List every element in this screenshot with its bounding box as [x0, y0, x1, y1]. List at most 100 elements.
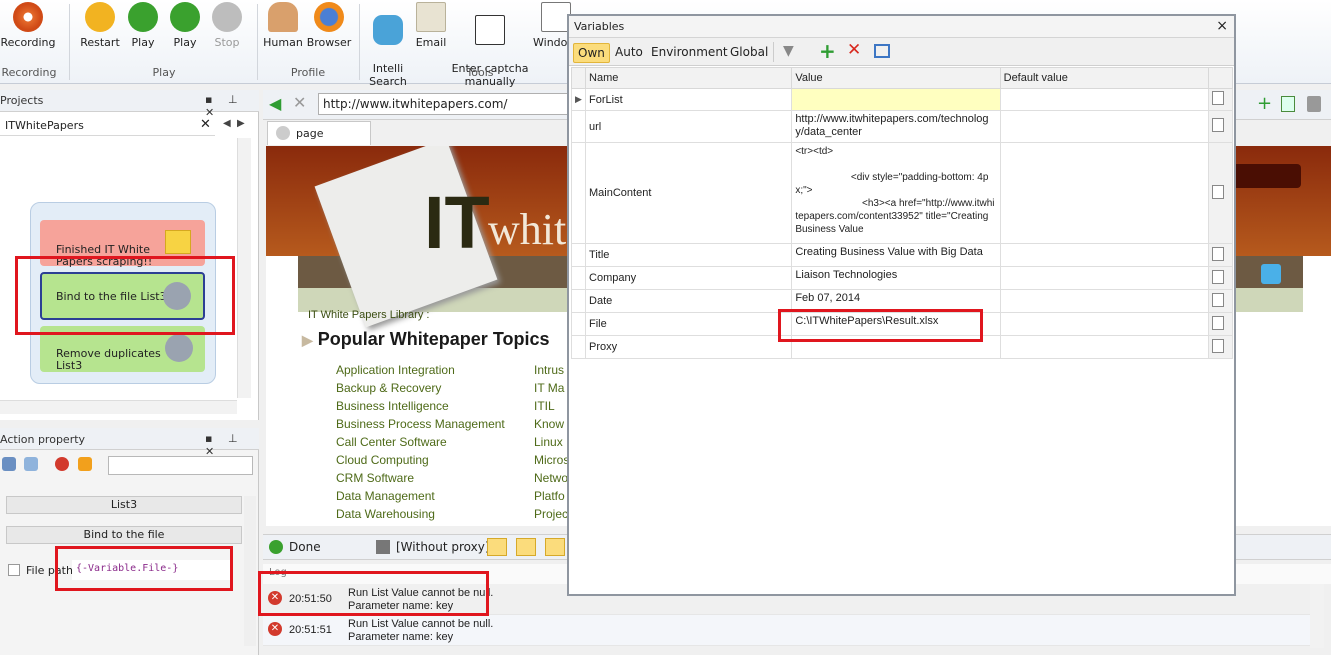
variable-name[interactable]: ForList [585, 88, 793, 111]
variable-name[interactable]: Date [585, 289, 793, 313]
topic-link[interactable]: Intrus [534, 363, 564, 377]
twitter-icon[interactable] [1261, 264, 1281, 284]
topic-link[interactable]: Micros [534, 453, 569, 467]
copy-icon[interactable] [1207, 142, 1234, 244]
recording-button[interactable]: Recording [0, 0, 56, 49]
variable-name[interactable]: url [585, 110, 793, 143]
column-header-name[interactable]: Name [585, 67, 793, 89]
variable-row[interactable]: Title Creating Business Value with Big D… [570, 243, 1234, 267]
topic-link[interactable]: Call Center Software [336, 435, 447, 449]
browser-button[interactable]: Browser [301, 0, 357, 49]
database-icon[interactable] [1307, 96, 1321, 112]
log-scrollbar[interactable] [1310, 584, 1324, 648]
back-arrow-icon[interactable]: ◀ [269, 94, 281, 113]
copy-icon[interactable] [1207, 243, 1234, 267]
tab-itwhitepapers[interactable]: ITWhitePapers ✕ [0, 116, 215, 136]
row-selector[interactable] [570, 312, 587, 336]
add-icon[interactable]: + [819, 39, 836, 63]
tab-auto[interactable]: Auto [611, 43, 647, 63]
row-selector[interactable] [570, 243, 587, 267]
list-name-field[interactable]: List3 [6, 496, 242, 514]
variable-name[interactable]: Company [585, 266, 793, 290]
variable-value[interactable]: Creating Business Value with Big Data [791, 243, 1001, 267]
view-icon[interactable] [487, 538, 507, 556]
topic-link[interactable]: Business Process Management [336, 417, 505, 431]
close-icon[interactable]: × [1216, 18, 1228, 34]
copy-icon[interactable] [1207, 110, 1234, 143]
enter-captcha-button[interactable]: Enter captcha manually [451, 0, 529, 101]
row-selector-icon[interactable]: ▶ [570, 88, 587, 111]
topic-link[interactable]: Know [534, 417, 564, 431]
topic-link[interactable]: Platfo [534, 489, 565, 503]
topic-link[interactable]: Cloud Computing [336, 453, 429, 467]
variable-value[interactable]: http://www.itwhitepapers.com/technology/… [791, 110, 1001, 143]
copy-icon[interactable] [1207, 312, 1234, 336]
property-search-input[interactable] [108, 456, 253, 475]
copy-icon[interactable] [1207, 88, 1234, 111]
delete-icon[interactable]: ✕ [847, 40, 861, 60]
edit-icon[interactable] [24, 457, 38, 471]
variable-default[interactable] [999, 312, 1209, 336]
filter-icon[interactable]: ▼ [783, 43, 794, 59]
variable-value[interactable] [791, 88, 1001, 111]
topic-link[interactable]: Netwo [534, 471, 568, 485]
topic-link[interactable]: Application Integration [336, 363, 455, 377]
variable-default[interactable] [999, 335, 1209, 359]
topic-link[interactable]: Business Intelligence [336, 399, 449, 413]
row-selector[interactable] [570, 110, 587, 143]
variable-row[interactable]: MainContent <tr><td> <div style="padding… [570, 142, 1234, 244]
vertical-scrollbar[interactable] [244, 496, 256, 646]
variable-name[interactable]: Proxy [585, 335, 793, 359]
topic-link[interactable]: CRM Software [336, 471, 414, 485]
search-box[interactable] [1226, 164, 1301, 188]
tab-global[interactable]: Global [726, 43, 772, 63]
variable-name[interactable]: Title [585, 243, 793, 267]
variable-default[interactable] [999, 142, 1209, 244]
variable-default[interactable] [999, 289, 1209, 313]
topic-link[interactable]: Projec [534, 507, 568, 521]
file-path-checkbox[interactable] [8, 564, 20, 576]
copy-icon[interactable] [1207, 335, 1234, 359]
add-icon[interactable]: + [1257, 93, 1272, 114]
horizontal-scrollbar[interactable] [0, 400, 237, 414]
sheet-icon[interactable] [1281, 96, 1295, 112]
proxy-text[interactable]: [Without proxy] [396, 540, 490, 554]
tab-page[interactable]: page [267, 121, 371, 145]
variable-row[interactable]: url http://www.itwhitepapers.com/technol… [570, 110, 1234, 143]
topic-link[interactable]: Data Warehousing [336, 507, 435, 521]
variable-default[interactable] [999, 266, 1209, 290]
topic-link[interactable]: Linux [534, 435, 563, 449]
variable-row[interactable]: Company Liaison Technologies [570, 266, 1234, 290]
arrow-down-icon[interactable] [78, 457, 92, 471]
variable-name[interactable]: MainContent [585, 142, 793, 244]
column-header-value[interactable]: Value [791, 67, 1001, 89]
close-icon[interactable]: ✕ [200, 117, 211, 132]
grid-icon[interactable] [2, 457, 16, 471]
variable-value[interactable]: Liaison Technologies [791, 266, 1001, 290]
variable-default[interactable] [999, 110, 1209, 143]
copy-icon[interactable] [1207, 266, 1234, 290]
tab-environment[interactable]: Environment [647, 43, 732, 63]
row-selector[interactable] [570, 266, 587, 290]
column-header-default[interactable]: Default value [999, 67, 1209, 89]
variable-name[interactable]: File [585, 312, 793, 336]
view-icon[interactable] [545, 538, 565, 556]
action-name-field[interactable]: Bind to the file [6, 526, 242, 544]
view-icon[interactable] [516, 538, 536, 556]
topic-link[interactable]: Backup & Recovery [336, 381, 441, 395]
row-selector[interactable] [570, 289, 587, 313]
variable-default[interactable] [999, 243, 1209, 267]
url-input[interactable]: http://www.itwhitepapers.com/ [318, 93, 568, 115]
breakpoint-icon[interactable] [55, 457, 69, 471]
variable-row[interactable]: ▶ ForList [570, 88, 1234, 111]
topic-link[interactable]: Data Management [336, 489, 435, 503]
tab-own[interactable]: Own [573, 43, 610, 63]
row-selector[interactable] [570, 142, 587, 244]
stop-button[interactable]: Stop [199, 0, 255, 49]
vertical-scrollbar[interactable] [237, 138, 251, 398]
row-selector[interactable] [570, 335, 587, 359]
tab-scroll-arrows[interactable]: ◀ ▶ [223, 118, 245, 129]
properties-icon[interactable] [874, 44, 890, 58]
cancel-icon[interactable]: ✕ [293, 93, 306, 112]
copy-icon[interactable] [1207, 289, 1234, 313]
